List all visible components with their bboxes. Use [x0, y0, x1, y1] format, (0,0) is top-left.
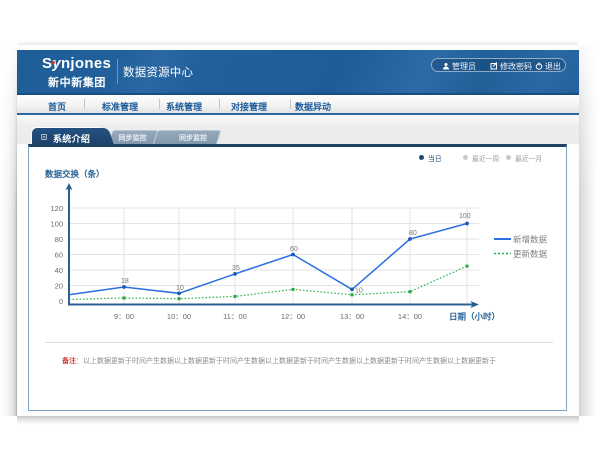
svg-text:80: 80 [409, 230, 417, 237]
svg-text:13：00: 13：00 [340, 312, 364, 321]
svg-text:10: 10 [176, 285, 184, 292]
svg-text:更新数据: 更新数据 [513, 249, 548, 259]
svg-text:18: 18 [121, 278, 129, 285]
svg-text:日期（小时）: 日期（小时） [449, 312, 500, 322]
svg-text:60: 60 [55, 251, 63, 260]
svg-text:10：00: 10：00 [167, 312, 191, 321]
svg-text:100: 100 [459, 213, 471, 220]
svg-text:35: 35 [232, 265, 240, 272]
svg-text:120: 120 [50, 204, 63, 213]
svg-text:12：00: 12：00 [281, 312, 305, 321]
svg-text:40: 40 [55, 266, 63, 275]
svg-text:100: 100 [50, 220, 63, 229]
svg-text:11：00: 11：00 [223, 312, 247, 321]
svg-text:14：00: 14：00 [398, 312, 422, 321]
svg-text:新增数据: 新增数据 [513, 235, 548, 245]
svg-text:60: 60 [290, 246, 298, 253]
svg-text:10: 10 [355, 288, 363, 295]
svg-text:20: 20 [55, 282, 63, 291]
svg-text:9：00: 9：00 [114, 312, 134, 321]
svg-text:0: 0 [59, 297, 63, 306]
svg-text:80: 80 [55, 235, 63, 244]
svg-text:数据交换（条）: 数据交换（条） [45, 169, 105, 179]
